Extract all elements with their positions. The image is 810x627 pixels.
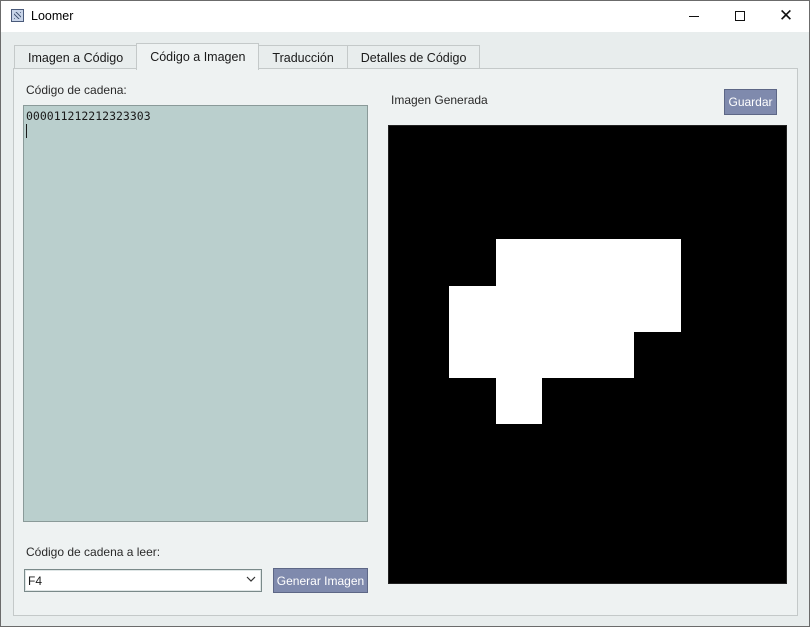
image-pixel-block (449, 286, 681, 332)
tab-strip: Imagen a Código Código a Imagen Traducci… (14, 43, 481, 70)
loom-app-icon (11, 9, 24, 22)
image-pixel-block (449, 332, 634, 378)
save-button[interactable]: Guardar (724, 89, 777, 115)
generated-image-canvas (388, 125, 787, 584)
chevron-down-icon (246, 575, 256, 584)
tab-imagen-a-codigo[interactable]: Imagen a Código (14, 45, 138, 70)
chain-code-textarea[interactable]: 000011212212323303 (23, 105, 368, 522)
generated-image-label: Imagen Generada (391, 93, 488, 107)
chain-code-label: Código de cadena: (26, 83, 127, 97)
read-code-label: Código de cadena a leer: (26, 545, 161, 559)
client-area: Imagen a Código Código a Imagen Traducci… (1, 32, 809, 626)
chain-code-text: 000011212212323303 (26, 109, 151, 123)
close-icon: ✕ (778, 5, 794, 26)
tab-detalles-de-codigo[interactable]: Detalles de Código (346, 45, 481, 70)
tab-panel-codigo-a-imagen: Código de cadena: 000011212212323303 Cód… (13, 68, 798, 616)
generate-image-button[interactable]: Generar Imagen (273, 568, 368, 593)
app-window: Loomer ✕ Imagen a Código Código a Imagen… (0, 0, 810, 627)
window-title: Loomer (31, 9, 74, 23)
tab-codigo-a-imagen[interactable]: Código a Imagen (136, 43, 260, 70)
image-pixel-block (496, 239, 681, 286)
title-bar[interactable]: Loomer ✕ (1, 1, 809, 32)
code-type-value: F4 (28, 573, 43, 588)
maximize-icon (735, 11, 745, 21)
minimize-button[interactable] (671, 1, 717, 31)
code-type-select[interactable]: F4 (24, 569, 262, 592)
text-caret (26, 124, 27, 138)
minimize-icon (689, 15, 699, 17)
tab-traduccion[interactable]: Traducción (258, 45, 348, 70)
maximize-button[interactable] (717, 1, 763, 31)
image-pixel-block (496, 378, 542, 424)
close-button[interactable]: ✕ (763, 1, 809, 31)
